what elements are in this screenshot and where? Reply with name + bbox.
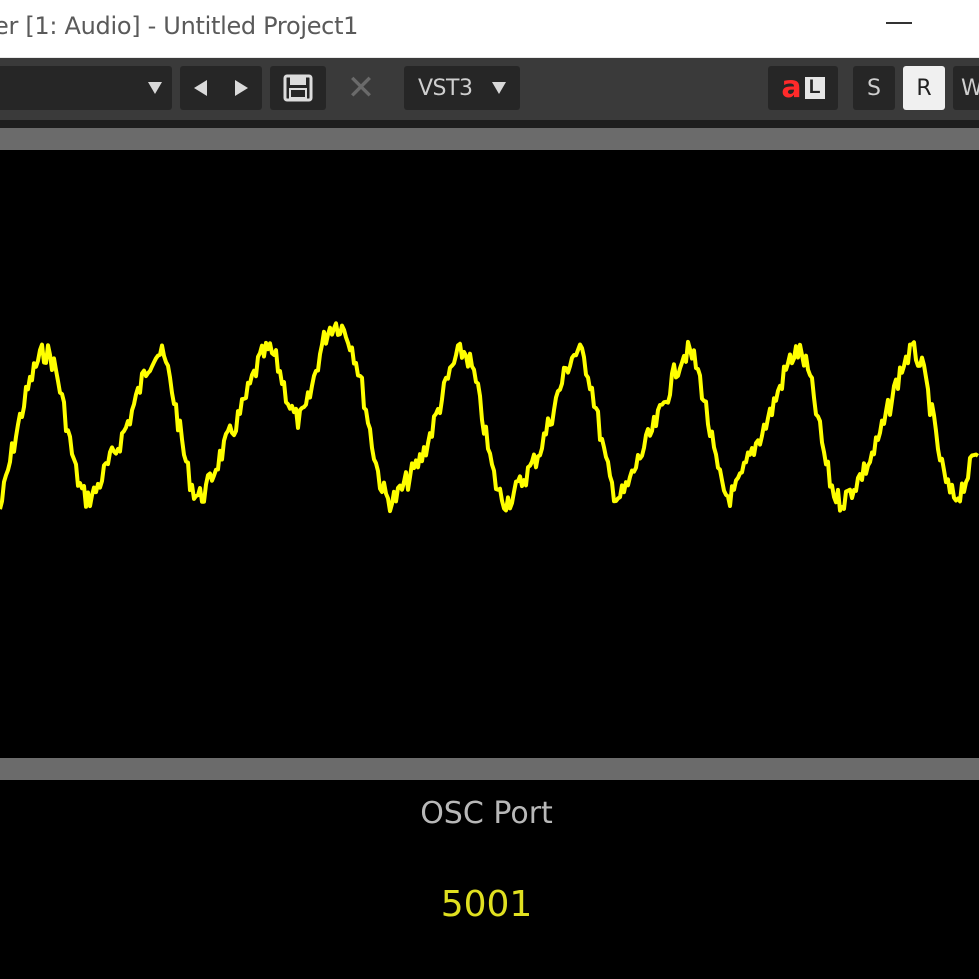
oscilloscope-display <box>0 150 979 758</box>
chevron-down-icon <box>492 82 506 94</box>
read-automation-button[interactable]: R <box>903 66 945 110</box>
automation-a-icon: a <box>781 70 802 105</box>
save-icon <box>283 74 313 102</box>
write-automation-button[interactable]: W <box>953 66 979 110</box>
save-preset-button[interactable] <box>270 66 326 110</box>
plugin-format-label: VST3 <box>418 75 473 101</box>
toolbar-divider <box>0 120 979 128</box>
osc-port-value[interactable]: 5001 <box>0 884 973 925</box>
scope-frame-bottom <box>0 758 979 780</box>
window-title: er [1: Audio] - Untitled Project1 <box>0 12 359 40</box>
automation-l-icon: L <box>804 77 825 99</box>
next-preset-icon[interactable] <box>235 80 248 96</box>
osc-port-label: OSC Port <box>420 796 553 831</box>
preset-dropdown[interactable] <box>0 66 172 110</box>
minimize-button[interactable] <box>886 22 912 24</box>
previous-preset-icon[interactable] <box>194 80 207 96</box>
automation-latch-button[interactable]: a L <box>768 66 838 110</box>
waveform-canvas <box>0 321 979 514</box>
title-bar: er [1: Audio] - Untitled Project1 <box>0 0 979 58</box>
plugin-format-dropdown[interactable]: VST3 <box>404 66 520 110</box>
preset-nav <box>180 66 262 110</box>
plugin-toolbar: ✕ VST3 a L S R W <box>0 58 979 120</box>
chevron-down-icon <box>148 82 162 94</box>
sidechain-button[interactable]: S <box>853 66 895 110</box>
close-button[interactable]: ✕ <box>336 66 386 110</box>
waveform-trace <box>0 321 979 514</box>
scope-frame-top <box>0 128 979 150</box>
